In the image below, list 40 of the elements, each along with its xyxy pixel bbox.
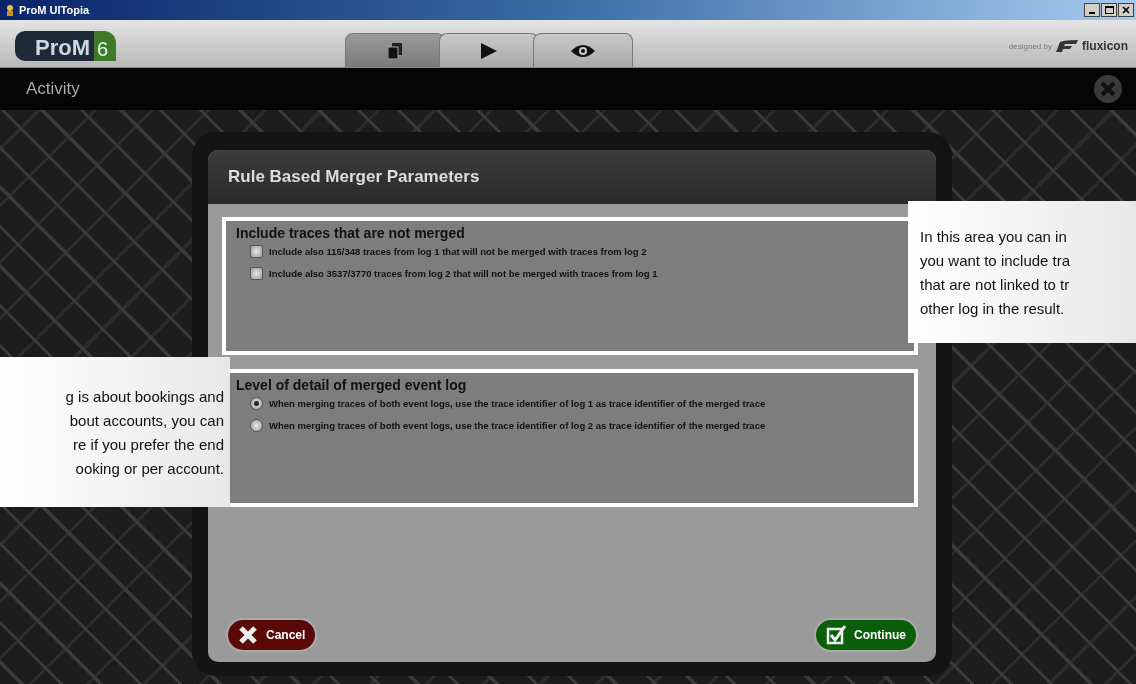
option-label: When merging traces of both event logs, use the trace identifier of log 2 as trace identifier of the merged trace [269,420,766,431]
help-text: ooking or per account. [75,458,224,479]
help-text: other log in the result. [920,298,1066,319]
maximize-button[interactable] [1101,3,1117,17]
close-button[interactable] [1118,3,1134,17]
help-text: you want to include tra [920,250,1072,271]
cross-icon [238,625,258,645]
checkbox[interactable] [250,267,263,280]
maximize-icon [1104,6,1114,14]
logo: ProM [15,31,94,61]
window-title: ProM UITopia [19,4,90,16]
option-label: Include also 115/348 traces from log 1 that will not be merged with traces from log 2 [269,246,647,257]
section-title: Include traces that are not merged [236,225,466,241]
documents-icon [388,42,403,59]
radio-button[interactable] [250,397,263,410]
radio-button[interactable] [250,419,263,432]
minimize-button[interactable] [1084,3,1100,17]
option-label: When merging traces of both event logs, use the trace identifier of log 1 as trace identifier of the merged trace [269,398,766,409]
app-icon [4,4,16,16]
cancel-button[interactable]: Cancel [226,618,318,652]
credit-text: designed by [1008,41,1052,51]
logo-version: 6 [94,31,117,61]
activity-title: Activity [26,79,80,99]
close-icon [1122,6,1130,14]
checkbox-tick-icon [826,625,846,645]
play-icon [480,42,499,59]
eye-icon [570,43,597,58]
view-tab[interactable] [533,33,634,67]
help-text: In this area you can in [920,226,1068,247]
help-text: re if you prefer the end [73,434,224,455]
wing-logo-icon [1055,40,1078,52]
brand-name: fluxicon [1081,39,1128,53]
continue-button[interactable]: Continue [814,618,918,652]
help-text: bout accounts, you can [69,410,224,431]
checkbox[interactable] [250,245,263,258]
dialog-title: Rule Based Merger Parameters [228,167,480,187]
help-text: g is about bookings and [65,386,224,407]
help-text: that are not linked to tr [920,274,1071,295]
section-title: Level of detail of merged event log [236,377,468,393]
option-label: Include also 3537/3770 traces from log 2 that will not be merged with traces from log 1 [269,268,658,279]
